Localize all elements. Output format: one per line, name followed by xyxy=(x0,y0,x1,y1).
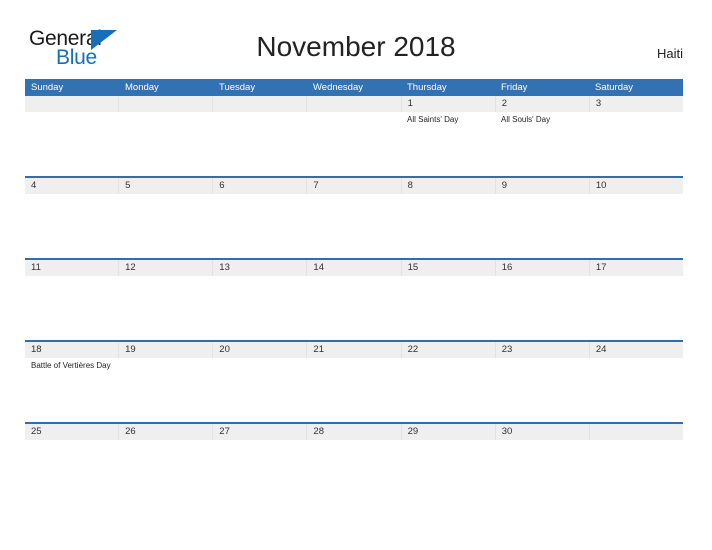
weekday-header-sunday: Sunday xyxy=(31,82,64,93)
weekday-header-row: Sunday Monday Tuesday Wednesday Thursday… xyxy=(25,79,683,96)
week-body-strip xyxy=(25,194,683,258)
day-number[interactable]: 3 xyxy=(590,96,683,112)
day-events[interactable]: All Souls' Day xyxy=(495,112,589,176)
day-number[interactable]: 21 xyxy=(307,342,402,358)
week-body-strip: All Saints' Day All Souls' Day xyxy=(25,112,683,176)
day-events[interactable] xyxy=(495,276,589,340)
day-number[interactable]: 4 xyxy=(25,178,120,194)
day-number[interactable]: 30 xyxy=(496,424,590,440)
weekday-header-wednesday: Wednesday xyxy=(313,82,363,93)
day-number[interactable]: 29 xyxy=(402,424,496,440)
day-events[interactable] xyxy=(119,358,213,422)
calendar-page: General Blue November 2018 Haiti Sunday … xyxy=(0,0,712,550)
day-events[interactable] xyxy=(25,276,119,340)
weekday-header-thursday: Thursday xyxy=(407,82,447,93)
day-number[interactable]: 8 xyxy=(402,178,496,194)
day-number[interactable]: 26 xyxy=(119,424,214,440)
day-number[interactable]: 5 xyxy=(119,178,214,194)
holiday-label: All Souls' Day xyxy=(501,115,551,124)
day-events[interactable] xyxy=(401,276,495,340)
week-body-strip xyxy=(25,276,683,340)
day-events[interactable] xyxy=(307,358,401,422)
day-number[interactable]: 1 xyxy=(402,96,496,112)
day-events[interactable] xyxy=(495,358,589,422)
holiday-label: All Saints' Day xyxy=(407,115,459,124)
day-events[interactable] xyxy=(119,276,213,340)
calendar-week-row: 11 12 13 14 15 16 17 xyxy=(25,258,683,340)
day-number[interactable]: 25 xyxy=(25,424,120,440)
day-events[interactable] xyxy=(307,194,401,258)
day-number[interactable] xyxy=(119,96,214,112)
week-date-strip: 11 12 13 14 15 16 17 xyxy=(25,260,683,276)
day-events[interactable] xyxy=(589,358,683,422)
day-number[interactable]: 27 xyxy=(213,424,308,440)
calendar-week-row: 4 5 6 7 8 9 10 xyxy=(25,176,683,258)
day-events[interactable] xyxy=(589,194,683,258)
day-number[interactable] xyxy=(213,96,308,112)
day-events[interactable] xyxy=(589,112,683,176)
day-events[interactable] xyxy=(213,276,307,340)
calendar-grid: Sunday Monday Tuesday Wednesday Thursday… xyxy=(25,79,683,440)
day-number[interactable]: 11 xyxy=(25,260,120,276)
weekday-header-friday: Friday xyxy=(501,82,528,93)
day-number[interactable]: 24 xyxy=(590,342,683,358)
day-number[interactable]: 7 xyxy=(307,178,402,194)
day-number[interactable]: 18 xyxy=(25,342,120,358)
day-number[interactable]: 10 xyxy=(590,178,683,194)
day-events[interactable]: Battle of Vertières Day xyxy=(25,358,119,422)
day-number[interactable]: 12 xyxy=(119,260,214,276)
calendar-week-row: 25 26 27 28 29 30 xyxy=(25,422,683,440)
day-number[interactable]: 9 xyxy=(496,178,590,194)
day-events[interactable] xyxy=(495,194,589,258)
day-number[interactable] xyxy=(307,96,402,112)
weekday-header-monday: Monday xyxy=(125,82,159,93)
week-body-strip: Battle of Vertières Day xyxy=(25,358,683,422)
country-label: Haiti xyxy=(656,46,683,61)
day-number[interactable]: 28 xyxy=(307,424,402,440)
day-number[interactable]: 17 xyxy=(590,260,683,276)
day-events[interactable] xyxy=(589,276,683,340)
day-number[interactable]: 22 xyxy=(402,342,496,358)
calendar-week-row: 1 2 3 All Saints' Day All Souls' Day xyxy=(25,96,683,176)
calendar-weeks: 1 2 3 All Saints' Day All Souls' Day 4 5 6 7 8 9 10… xyxy=(25,96,683,440)
day-number[interactable]: 23 xyxy=(496,342,590,358)
day-number[interactable] xyxy=(590,424,683,440)
day-events[interactable] xyxy=(307,276,401,340)
day-events[interactable] xyxy=(401,358,495,422)
holiday-label: Battle of Vertières Day xyxy=(31,361,111,370)
week-date-strip: 25 26 27 28 29 30 xyxy=(25,424,683,440)
day-events[interactable] xyxy=(401,194,495,258)
day-number[interactable]: 20 xyxy=(213,342,308,358)
weekday-header-saturday: Saturday xyxy=(595,82,634,93)
day-number[interactable]: 6 xyxy=(213,178,308,194)
day-events[interactable] xyxy=(25,194,119,258)
page-title: November 2018 xyxy=(256,31,456,62)
day-number[interactable]: 13 xyxy=(213,260,308,276)
day-number[interactable]: 15 xyxy=(402,260,496,276)
day-events[interactable] xyxy=(213,112,307,176)
day-events[interactable] xyxy=(25,112,119,176)
weekday-header-tuesday: Tuesday xyxy=(219,82,256,93)
calendar-week-row: 18 19 20 21 22 23 24 Battle of Vertières Day xyxy=(25,340,683,422)
week-date-strip: 4 5 6 7 8 9 10 xyxy=(25,178,683,194)
day-number[interactable]: 16 xyxy=(496,260,590,276)
week-date-strip: 123 xyxy=(25,96,683,112)
day-events[interactable] xyxy=(213,194,307,258)
day-events[interactable]: All Saints' Day xyxy=(401,112,495,176)
day-number[interactable] xyxy=(25,96,120,112)
day-events[interactable] xyxy=(119,112,213,176)
page-header: General Blue November 2018 Haiti xyxy=(0,0,712,68)
day-number[interactable]: 14 xyxy=(307,260,402,276)
day-events[interactable] xyxy=(213,358,307,422)
day-number[interactable]: 19 xyxy=(119,342,214,358)
day-number[interactable]: 2 xyxy=(496,96,590,112)
day-events[interactable] xyxy=(307,112,401,176)
day-events[interactable] xyxy=(119,194,213,258)
week-date-strip: 18 19 20 21 22 23 24 xyxy=(25,342,683,358)
